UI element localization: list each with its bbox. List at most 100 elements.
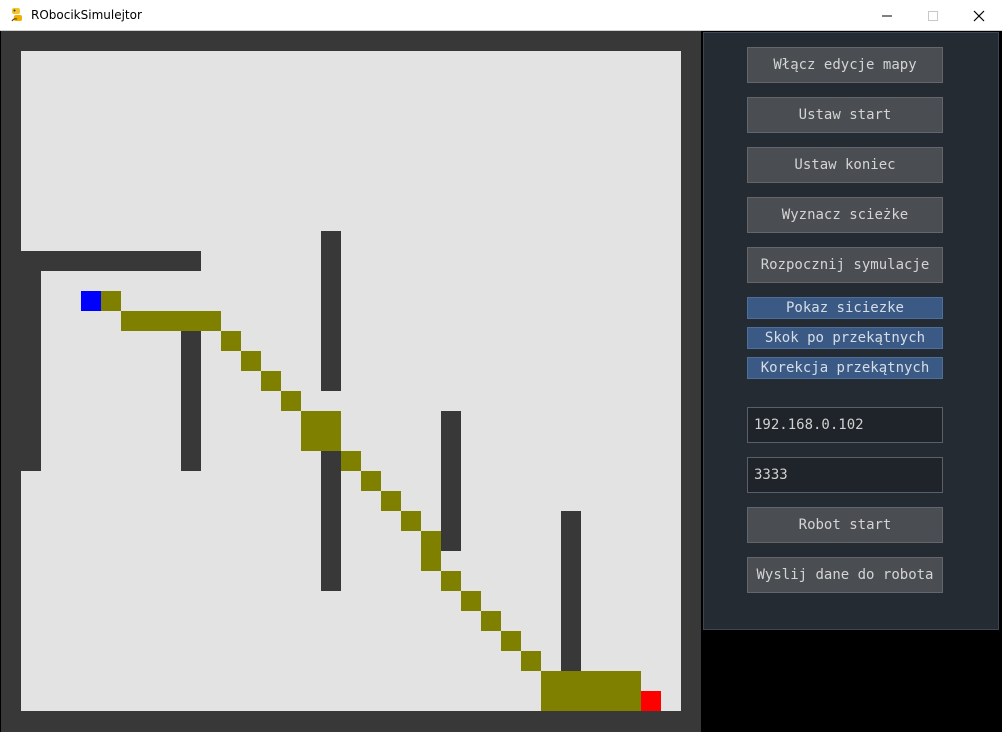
path-cell[interactable] bbox=[161, 311, 181, 331]
wall-cell[interactable] bbox=[21, 371, 41, 391]
wall-cell[interactable] bbox=[561, 531, 581, 551]
wall-cell[interactable] bbox=[21, 431, 41, 451]
wall-cell[interactable] bbox=[181, 251, 201, 271]
path-cell[interactable] bbox=[341, 451, 361, 471]
wall-cell[interactable] bbox=[21, 351, 41, 371]
wall-cell[interactable] bbox=[321, 351, 341, 371]
send-data-button[interactable]: Wyslij dane do robota bbox=[747, 557, 943, 593]
diagonal-jump-toggle[interactable]: Skok po przekątnych bbox=[747, 327, 943, 349]
wall-cell[interactable] bbox=[21, 411, 41, 431]
path-cell[interactable] bbox=[501, 631, 521, 651]
wall-cell[interactable] bbox=[181, 451, 201, 471]
wall-cell[interactable] bbox=[321, 251, 341, 271]
path-cell[interactable] bbox=[321, 411, 341, 431]
grid-drawing[interactable] bbox=[21, 51, 681, 711]
edit-map-button[interactable]: Włącz edycje mapy bbox=[747, 47, 943, 83]
wall-cell[interactable] bbox=[21, 251, 41, 271]
path-cell[interactable] bbox=[141, 311, 161, 331]
path-cell[interactable] bbox=[241, 351, 261, 371]
maximize-button[interactable] bbox=[910, 0, 956, 31]
path-cell[interactable] bbox=[621, 691, 641, 711]
path-cell[interactable] bbox=[441, 571, 461, 591]
minimize-button[interactable] bbox=[864, 0, 910, 31]
wall-cell[interactable] bbox=[21, 271, 41, 291]
path-cell[interactable] bbox=[281, 391, 301, 411]
wall-cell[interactable] bbox=[441, 451, 461, 471]
wall-cell[interactable] bbox=[441, 431, 461, 451]
wall-cell[interactable] bbox=[81, 251, 101, 271]
close-button[interactable] bbox=[956, 0, 1002, 31]
wall-cell[interactable] bbox=[21, 451, 41, 471]
path-cell[interactable] bbox=[101, 291, 121, 311]
wall-cell[interactable] bbox=[441, 411, 461, 431]
path-cell[interactable] bbox=[381, 491, 401, 511]
path-cell[interactable] bbox=[321, 431, 341, 451]
wall-cell[interactable] bbox=[321, 451, 341, 471]
path-cell[interactable] bbox=[301, 431, 321, 451]
wall-cell[interactable] bbox=[21, 391, 41, 411]
wall-cell[interactable] bbox=[441, 491, 461, 511]
wall-cell[interactable] bbox=[321, 331, 341, 351]
path-cell[interactable] bbox=[541, 691, 561, 711]
robot-start-button[interactable]: Robot start bbox=[747, 507, 943, 543]
wall-cell[interactable] bbox=[181, 391, 201, 411]
wall-cell[interactable] bbox=[321, 531, 341, 551]
map-grid[interactable] bbox=[21, 51, 681, 711]
wall-cell[interactable] bbox=[101, 251, 121, 271]
wall-cell[interactable] bbox=[181, 331, 201, 351]
path-cell[interactable] bbox=[521, 651, 541, 671]
path-cell[interactable] bbox=[601, 691, 621, 711]
wall-cell[interactable] bbox=[561, 511, 581, 531]
wall-cell[interactable] bbox=[181, 411, 201, 431]
wall-cell[interactable] bbox=[561, 631, 581, 651]
show-path-toggle[interactable]: Pokaz siciezke bbox=[747, 297, 943, 319]
wall-cell[interactable] bbox=[321, 311, 341, 331]
path-cell[interactable] bbox=[621, 671, 641, 691]
wall-cell[interactable] bbox=[321, 291, 341, 311]
set-end-button[interactable]: Ustaw koniec bbox=[747, 147, 943, 183]
wall-cell[interactable] bbox=[181, 431, 201, 451]
wall-cell[interactable] bbox=[181, 371, 201, 391]
path-cell[interactable] bbox=[401, 511, 421, 531]
path-cell[interactable] bbox=[181, 311, 201, 331]
start-cell[interactable] bbox=[81, 291, 101, 311]
wall-cell[interactable] bbox=[141, 251, 161, 271]
wall-cell[interactable] bbox=[61, 251, 81, 271]
wall-cell[interactable] bbox=[561, 651, 581, 671]
wall-cell[interactable] bbox=[121, 251, 141, 271]
path-cell[interactable] bbox=[361, 471, 381, 491]
wall-cell[interactable] bbox=[321, 571, 341, 591]
title-bar[interactable]: RObocikSimulejtor bbox=[0, 0, 1002, 31]
map-canvas[interactable] bbox=[1, 31, 701, 732]
wall-cell[interactable] bbox=[21, 311, 41, 331]
wall-cell[interactable] bbox=[21, 331, 41, 351]
find-path-button[interactable]: Wyznacz scieżke bbox=[747, 197, 943, 233]
set-start-button[interactable]: Ustaw start bbox=[747, 97, 943, 133]
wall-cell[interactable] bbox=[561, 611, 581, 631]
wall-cell[interactable] bbox=[561, 571, 581, 591]
wall-cell[interactable] bbox=[321, 551, 341, 571]
wall-cell[interactable] bbox=[21, 291, 41, 311]
path-cell[interactable] bbox=[201, 311, 221, 331]
path-cell[interactable] bbox=[421, 531, 441, 551]
wall-cell[interactable] bbox=[321, 491, 341, 511]
wall-cell[interactable] bbox=[161, 251, 181, 271]
path-cell[interactable] bbox=[121, 311, 141, 331]
path-cell[interactable] bbox=[481, 611, 501, 631]
wall-cell[interactable] bbox=[441, 471, 461, 491]
ip-address-input[interactable]: 192.168.0.102 bbox=[747, 407, 943, 443]
wall-cell[interactable] bbox=[441, 511, 461, 531]
path-cell[interactable] bbox=[561, 691, 581, 711]
start-simulation-button[interactable]: Rozpocznij symulacje bbox=[747, 247, 943, 283]
end-cell[interactable] bbox=[641, 691, 661, 711]
path-cell[interactable] bbox=[261, 371, 281, 391]
port-input[interactable]: 3333 bbox=[747, 457, 943, 493]
wall-cell[interactable] bbox=[321, 471, 341, 491]
wall-cell[interactable] bbox=[181, 351, 201, 371]
path-cell[interactable] bbox=[461, 591, 481, 611]
path-cell[interactable] bbox=[301, 411, 321, 431]
path-cell[interactable] bbox=[581, 691, 601, 711]
path-cell[interactable] bbox=[561, 671, 581, 691]
diagonal-correction-toggle[interactable]: Korekcja przekątnych bbox=[747, 357, 943, 379]
path-cell[interactable] bbox=[421, 551, 441, 571]
